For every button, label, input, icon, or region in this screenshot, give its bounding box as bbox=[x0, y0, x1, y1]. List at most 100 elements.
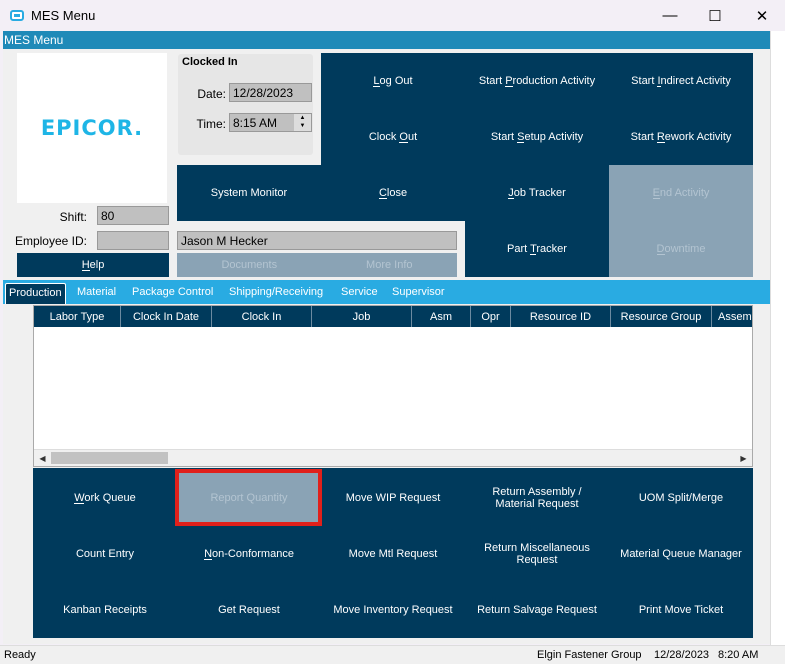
label: Job Tracker bbox=[508, 187, 566, 199]
tab-package-control[interactable]: Package Control bbox=[129, 283, 216, 304]
label: Start Rework Activity bbox=[630, 131, 732, 143]
tab-material[interactable]: Material bbox=[74, 283, 119, 304]
close-window-button[interactable]: ✕ bbox=[739, 0, 785, 31]
label: Get Request bbox=[218, 604, 280, 616]
minimize-button[interactable]: — bbox=[647, 0, 693, 31]
start-production-activity-button[interactable]: Start Production Activity bbox=[465, 53, 609, 109]
tab-service[interactable]: Service bbox=[338, 283, 381, 304]
employee-name-field: Jason M Hecker bbox=[177, 231, 457, 250]
clocked-in-panel: Clocked In Date: 12/28/2023 Time: 8:15 A… bbox=[178, 54, 313, 155]
start-setup-activity-button[interactable]: Start Setup Activity bbox=[465, 109, 609, 165]
label: Start Production Activity bbox=[478, 75, 596, 87]
scroll-left-icon[interactable]: ◀ bbox=[34, 450, 51, 466]
label: Start Setup Activity bbox=[490, 131, 584, 143]
move-inventory-request-button[interactable]: Move Inventory Request bbox=[321, 582, 465, 638]
start-rework-activity-button[interactable]: Start Rework Activity bbox=[609, 109, 753, 165]
column-header[interactable]: Job bbox=[312, 306, 412, 327]
count-entry-button[interactable]: Count Entry bbox=[33, 526, 177, 582]
clocked-in-heading: Clocked In bbox=[182, 56, 238, 68]
work-queue-button[interactable]: Work Queue bbox=[33, 470, 177, 526]
employee-id-label: Employee ID: bbox=[14, 234, 87, 248]
shift-field[interactable]: 80 bbox=[97, 206, 169, 225]
title-bar: MES Menu — ☐ ✕ bbox=[0, 0, 785, 31]
label: Log Out bbox=[373, 75, 413, 87]
print-move-ticket-button[interactable]: Print Move Ticket bbox=[609, 582, 753, 638]
scroll-right-icon[interactable]: ▶ bbox=[735, 450, 752, 466]
date-label: Date: bbox=[197, 87, 226, 101]
documents-panel: Documents More Info bbox=[177, 253, 457, 277]
label: Move Mtl Request bbox=[348, 548, 438, 560]
grid-header: Labor Type Clock In Date Clock In Job As… bbox=[34, 306, 752, 327]
window-title: MES Menu bbox=[31, 8, 96, 23]
column-header[interactable]: Clock In Date bbox=[121, 306, 212, 327]
tab-supervisor[interactable]: Supervisor bbox=[389, 283, 448, 304]
help-label: Help bbox=[81, 259, 105, 271]
label: Clock Out bbox=[368, 131, 418, 143]
column-header[interactable]: Clock In bbox=[212, 306, 312, 327]
non-conformance-button[interactable]: Non-Conformance bbox=[177, 526, 321, 582]
column-header[interactable]: Resource Group bbox=[611, 306, 712, 327]
move-wip-request-button[interactable]: Move WIP Request bbox=[321, 470, 465, 526]
label: Part Tracker bbox=[507, 243, 567, 255]
time-spinner[interactable]: ▲ ▼ bbox=[294, 114, 311, 131]
report-quantity-button[interactable]: Report Quantity bbox=[177, 470, 321, 526]
get-request-button[interactable]: Get Request bbox=[177, 582, 321, 638]
label: Move Inventory Request bbox=[333, 604, 453, 616]
kanban-receipts-button[interactable]: Kanban Receipts bbox=[33, 582, 177, 638]
end-activity-button[interactable]: End Activity bbox=[609, 165, 753, 221]
logo-text: EPICOR. bbox=[40, 116, 144, 140]
labor-grid[interactable]: Labor Type Clock In Date Clock In Job As… bbox=[33, 305, 753, 467]
help-button[interactable]: Help bbox=[17, 253, 169, 277]
tab-bar: Production Material Package Control Ship… bbox=[3, 280, 770, 304]
menu-band: MES Menu bbox=[3, 31, 770, 49]
column-header[interactable]: Asm bbox=[412, 306, 471, 327]
label: Report Quantity bbox=[210, 492, 288, 504]
status-text: Ready bbox=[4, 649, 36, 661]
return-assembly-material-request-button[interactable]: Return Assembly / Material Request bbox=[465, 470, 609, 526]
column-header[interactable]: Resource ID bbox=[511, 306, 611, 327]
documents-button[interactable]: Documents bbox=[221, 259, 277, 271]
status-date: 12/28/2023 bbox=[654, 649, 710, 661]
log-out-button[interactable]: Log Out bbox=[321, 53, 465, 109]
company-name: Elgin Fastener Group bbox=[537, 649, 642, 661]
horizontal-scrollbar[interactable]: ◀ ▶ bbox=[34, 449, 752, 466]
more-info-button[interactable]: More Info bbox=[366, 259, 412, 271]
system-monitor-button[interactable]: System Monitor bbox=[177, 165, 321, 221]
label: Print Move Ticket bbox=[638, 604, 724, 616]
shift-label: Shift: bbox=[59, 210, 87, 224]
return-miscellaneous-request-button[interactable]: Return Miscellaneous Request bbox=[465, 526, 609, 582]
move-mtl-request-button[interactable]: Move Mtl Request bbox=[321, 526, 465, 582]
start-indirect-activity-button[interactable]: Start Indirect Activity bbox=[609, 53, 753, 109]
uom-split-merge-button[interactable]: UOM Split/Merge bbox=[609, 470, 753, 526]
part-tracker-button[interactable]: Part Tracker bbox=[465, 221, 609, 277]
downtime-button[interactable]: Downtime bbox=[609, 221, 753, 277]
tab-production[interactable]: Production bbox=[5, 283, 66, 304]
time-label: Time: bbox=[196, 117, 226, 131]
label: Return Miscellaneous Request bbox=[484, 542, 590, 566]
label: Work Queue bbox=[74, 492, 136, 504]
column-header[interactable]: Labor Type bbox=[34, 306, 121, 327]
date-field[interactable]: 12/28/2023 bbox=[229, 83, 312, 102]
scroll-thumb[interactable] bbox=[51, 452, 168, 464]
label: System Monitor bbox=[210, 187, 288, 199]
label: Count Entry bbox=[75, 548, 135, 560]
close-button[interactable]: Close bbox=[321, 165, 465, 221]
material-queue-manager-button[interactable]: Material Queue Manager bbox=[609, 526, 753, 582]
app-icon bbox=[10, 10, 24, 21]
status-bar: Ready Elgin Fastener Group 12/28/2023 8:… bbox=[0, 645, 785, 664]
employee-id-field[interactable] bbox=[97, 231, 169, 250]
return-salvage-request-button[interactable]: Return Salvage Request bbox=[465, 582, 609, 638]
epicor-logo: EPICOR. bbox=[17, 53, 167, 203]
label: End Activity bbox=[652, 187, 710, 199]
label: Return Salvage Request bbox=[477, 604, 597, 616]
label: Start Indirect Activity bbox=[631, 75, 731, 87]
maximize-button[interactable]: ☐ bbox=[692, 0, 738, 31]
status-time: 8:20 AM bbox=[718, 649, 759, 661]
tab-shipping-receiving[interactable]: Shipping/Receiving bbox=[226, 283, 326, 304]
clock-out-button[interactable]: Clock Out bbox=[321, 109, 465, 165]
window-border bbox=[770, 31, 785, 645]
label: Close bbox=[378, 187, 408, 199]
column-header[interactable]: Opr bbox=[471, 306, 511, 327]
job-tracker-button[interactable]: Job Tracker bbox=[465, 165, 609, 221]
column-header[interactable]: Assembly bbox=[712, 306, 752, 327]
